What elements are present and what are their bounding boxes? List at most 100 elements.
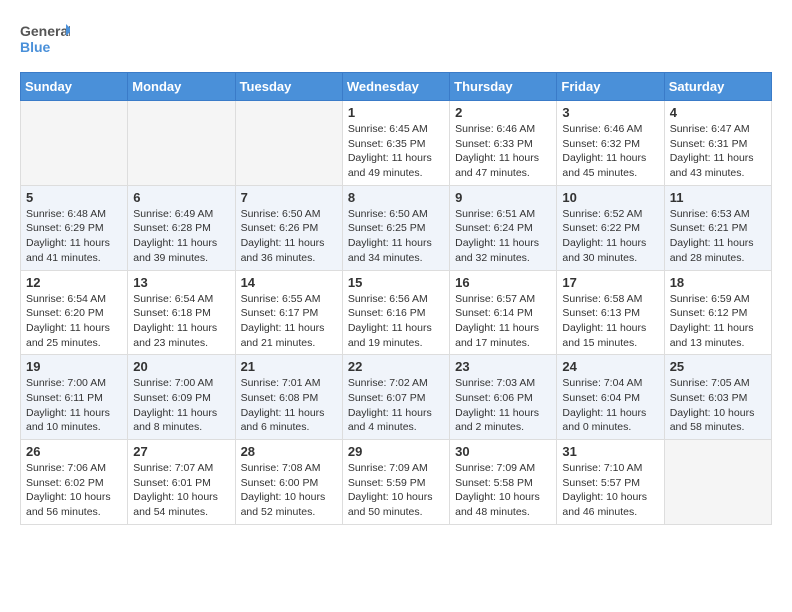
calendar-cell: 2 Sunrise: 6:46 AM Sunset: 6:33 PM Daylig… [450,101,557,186]
calendar-cell: 5 Sunrise: 6:48 AM Sunset: 6:29 PM Daylig… [21,185,128,270]
calendar-cell: 25 Sunrise: 7:05 AM Sunset: 6:03 PM Dayli… [664,355,771,440]
day-number: 27 [133,444,229,459]
day-info: Sunrise: 7:09 AM Sunset: 5:59 PM Dayligh… [348,461,444,520]
day-number: 26 [26,444,122,459]
day-info: Sunrise: 6:59 AM Sunset: 6:12 PM Dayligh… [670,292,766,351]
day-info: Sunrise: 6:57 AM Sunset: 6:14 PM Dayligh… [455,292,551,351]
day-info: Sunrise: 6:49 AM Sunset: 6:28 PM Dayligh… [133,207,229,266]
calendar-cell: 1 Sunrise: 6:45 AM Sunset: 6:35 PM Daylig… [342,101,449,186]
day-info: Sunrise: 6:50 AM Sunset: 6:26 PM Dayligh… [241,207,337,266]
calendar-cell: 19 Sunrise: 7:00 AM Sunset: 6:11 PM Dayli… [21,355,128,440]
calendar-cell: 8Sunrise: 6:50 AM Sunset: 6:25 PM Daylig… [342,185,449,270]
svg-text:Blue: Blue [20,39,51,55]
day-number: 20 [133,359,229,374]
calendar-cell: 27 Sunrise: 7:07 AM Sunset: 6:01 PM Dayli… [128,440,235,525]
day-info: Sunrise: 7:06 AM Sunset: 6:02 PM Dayligh… [26,461,122,520]
calendar-header-row: SundayMondayTuesdayWednesdayThursdayFrid… [21,73,772,101]
day-info: Sunrise: 6:48 AM Sunset: 6:29 PM Dayligh… [26,207,122,266]
calendar-cell: 13 Sunrise: 6:54 AM Sunset: 6:18 PM Dayli… [128,270,235,355]
day-number: 4 [670,105,766,120]
day-number: 31 [562,444,658,459]
calendar-cell: 4Sunrise: 6:47 AM Sunset: 6:31 PM Daylig… [664,101,771,186]
calendar-week-row: 12Sunrise: 6:54 AM Sunset: 6:20 PM Dayli… [21,270,772,355]
page-header: General Blue [20,20,772,62]
calendar-cell: 14 Sunrise: 6:55 AM Sunset: 6:17 PM Dayli… [235,270,342,355]
calendar-cell: 3 Sunrise: 6:46 AM Sunset: 6:32 PM Daylig… [557,101,664,186]
day-number: 17 [562,275,658,290]
logo-svg: General Blue [20,20,70,62]
calendar-cell: 26 Sunrise: 7:06 AM Sunset: 6:02 PM Dayli… [21,440,128,525]
day-number: 9 [455,190,551,205]
calendar-cell: 20 Sunrise: 7:00 AM Sunset: 6:09 PM Dayli… [128,355,235,440]
day-info: Sunrise: 7:00 AM Sunset: 6:09 PM Dayligh… [133,376,229,435]
day-info: Sunrise: 7:04 AM Sunset: 6:04 PM Dayligh… [562,376,658,435]
logo: General Blue [20,20,70,62]
calendar-cell: 12Sunrise: 6:54 AM Sunset: 6:20 PM Dayli… [21,270,128,355]
day-info: Sunrise: 7:01 AM Sunset: 6:08 PM Dayligh… [241,376,337,435]
day-number: 14 [241,275,337,290]
calendar-cell: 28Sunrise: 7:08 AM Sunset: 6:00 PM Dayli… [235,440,342,525]
calendar-cell: 6Sunrise: 6:49 AM Sunset: 6:28 PM Daylig… [128,185,235,270]
day-number: 8 [348,190,444,205]
day-number: 3 [562,105,658,120]
day-info: Sunrise: 6:45 AM Sunset: 6:35 PM Dayligh… [348,122,444,181]
calendar-week-row: 5 Sunrise: 6:48 AM Sunset: 6:29 PM Daylig… [21,185,772,270]
day-info: Sunrise: 6:54 AM Sunset: 6:18 PM Dayligh… [133,292,229,351]
day-info: Sunrise: 7:03 AM Sunset: 6:06 PM Dayligh… [455,376,551,435]
day-header-monday: Monday [128,73,235,101]
day-info: Sunrise: 6:54 AM Sunset: 6:20 PM Dayligh… [26,292,122,351]
day-number: 30 [455,444,551,459]
day-number: 2 [455,105,551,120]
day-header-saturday: Saturday [664,73,771,101]
calendar-cell: 23 Sunrise: 7:03 AM Sunset: 6:06 PM Dayli… [450,355,557,440]
day-info: Sunrise: 6:52 AM Sunset: 6:22 PM Dayligh… [562,207,658,266]
calendar-week-row: 19 Sunrise: 7:00 AM Sunset: 6:11 PM Dayli… [21,355,772,440]
calendar-cell [235,101,342,186]
day-info: Sunrise: 6:51 AM Sunset: 6:24 PM Dayligh… [455,207,551,266]
calendar-cell: 9 Sunrise: 6:51 AM Sunset: 6:24 PM Daylig… [450,185,557,270]
day-number: 11 [670,190,766,205]
day-number: 13 [133,275,229,290]
day-number: 23 [455,359,551,374]
calendar-cell: 15 Sunrise: 6:56 AM Sunset: 6:16 PM Dayli… [342,270,449,355]
calendar-cell: 7Sunrise: 6:50 AM Sunset: 6:26 PM Daylig… [235,185,342,270]
day-info: Sunrise: 7:09 AM Sunset: 5:58 PM Dayligh… [455,461,551,520]
day-info: Sunrise: 6:53 AM Sunset: 6:21 PM Dayligh… [670,207,766,266]
day-info: Sunrise: 7:10 AM Sunset: 5:57 PM Dayligh… [562,461,658,520]
day-header-wednesday: Wednesday [342,73,449,101]
calendar-body: 1 Sunrise: 6:45 AM Sunset: 6:35 PM Daylig… [21,101,772,525]
calendar-cell: 24 Sunrise: 7:04 AM Sunset: 6:04 PM Dayli… [557,355,664,440]
calendar-table: SundayMondayTuesdayWednesdayThursdayFrid… [20,72,772,525]
calendar-cell: 16 Sunrise: 6:57 AM Sunset: 6:14 PM Dayli… [450,270,557,355]
calendar-cell [664,440,771,525]
day-number: 1 [348,105,444,120]
day-number: 16 [455,275,551,290]
day-info: Sunrise: 7:05 AM Sunset: 6:03 PM Dayligh… [670,376,766,435]
calendar-week-row: 1 Sunrise: 6:45 AM Sunset: 6:35 PM Daylig… [21,101,772,186]
calendar-cell: 29Sunrise: 7:09 AM Sunset: 5:59 PM Dayli… [342,440,449,525]
calendar-cell [128,101,235,186]
day-number: 10 [562,190,658,205]
day-info: Sunrise: 6:46 AM Sunset: 6:32 PM Dayligh… [562,122,658,181]
calendar-cell: 11 Sunrise: 6:53 AM Sunset: 6:21 PM Dayli… [664,185,771,270]
svg-text:General: General [20,23,70,39]
day-number: 22 [348,359,444,374]
day-info: Sunrise: 6:56 AM Sunset: 6:16 PM Dayligh… [348,292,444,351]
day-number: 5 [26,190,122,205]
day-number: 24 [562,359,658,374]
calendar-cell: 18Sunrise: 6:59 AM Sunset: 6:12 PM Dayli… [664,270,771,355]
calendar-cell: 21 Sunrise: 7:01 AM Sunset: 6:08 PM Dayli… [235,355,342,440]
calendar-cell: 17 Sunrise: 6:58 AM Sunset: 6:13 PM Dayli… [557,270,664,355]
day-number: 15 [348,275,444,290]
day-header-friday: Friday [557,73,664,101]
day-info: Sunrise: 7:07 AM Sunset: 6:01 PM Dayligh… [133,461,229,520]
day-info: Sunrise: 7:08 AM Sunset: 6:00 PM Dayligh… [241,461,337,520]
day-info: Sunrise: 7:00 AM Sunset: 6:11 PM Dayligh… [26,376,122,435]
day-number: 19 [26,359,122,374]
day-number: 21 [241,359,337,374]
day-info: Sunrise: 6:55 AM Sunset: 6:17 PM Dayligh… [241,292,337,351]
day-info: Sunrise: 6:46 AM Sunset: 6:33 PM Dayligh… [455,122,551,181]
calendar-cell: 31 Sunrise: 7:10 AM Sunset: 5:57 PM Dayli… [557,440,664,525]
day-info: Sunrise: 6:58 AM Sunset: 6:13 PM Dayligh… [562,292,658,351]
day-number: 25 [670,359,766,374]
